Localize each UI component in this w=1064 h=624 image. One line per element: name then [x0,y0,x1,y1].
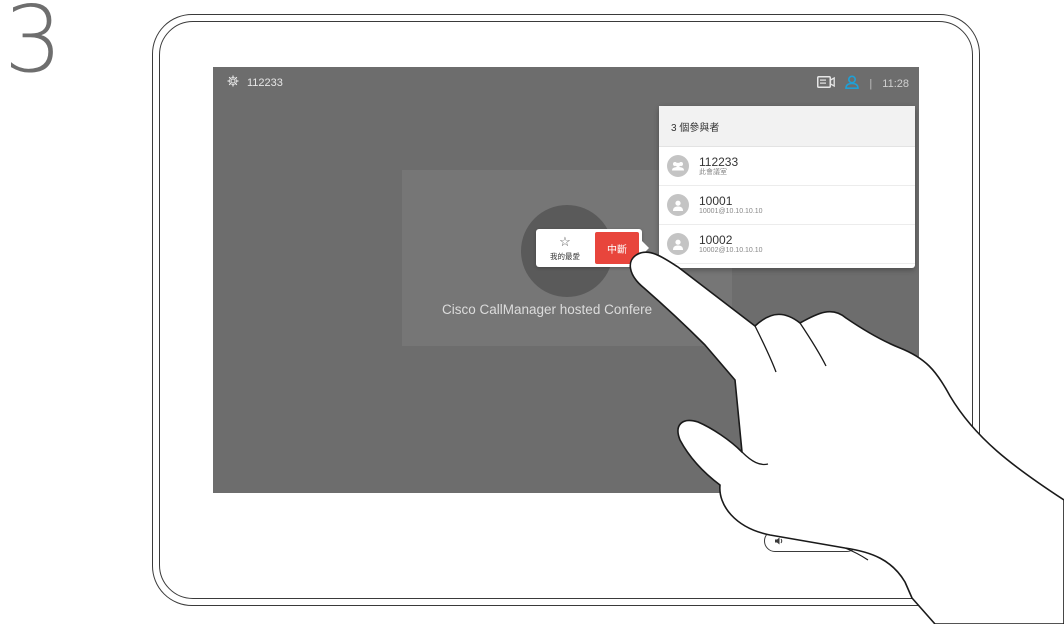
clock: 11:28 [882,77,909,90]
participant-address: 10002@10.10.10.10 [699,246,763,254]
person-icon[interactable] [845,75,860,92]
video-icon[interactable] [817,76,836,91]
participant-address: 10001@10.10.10.10 [699,207,763,215]
person-icon [667,233,689,255]
participant-action-popup: ☆ 我的最愛 中斷 [536,229,649,267]
participant-row[interactable]: 10001 10001@10.10.10.10 [659,186,915,225]
topbar-left: 112233 [227,75,283,90]
volume-control[interactable] [764,530,858,552]
participant-row[interactable]: 112233 此會議室 [659,147,915,186]
topbar-separator: | [869,77,873,90]
person-icon [667,194,689,216]
step-number: 3 [4,0,63,93]
group-icon [667,155,689,177]
speaker-icon [775,532,785,550]
participant-name: 10002 [699,232,733,247]
favorite-label: 我的最愛 [550,251,580,261]
touch-screen: 112233 | 11:28 Cisco CallManager hosted … [213,67,919,493]
end-call-button[interactable]: 中斷 [595,232,639,264]
topbar-right: | 11:28 [817,75,909,92]
participants-panel: 3 個參與者 112233 此會議室 10001 10001@10.10.10.… [659,106,915,268]
call-name: Cisco CallManager hosted Confere [442,302,653,317]
participant-row[interactable]: 10002 10002@10.10.10.10 [659,225,915,264]
gear-icon[interactable] [227,75,239,90]
favorite-button[interactable]: ☆ 我的最愛 [536,229,594,267]
participants-header: 3 個參與者 [659,106,915,147]
star-icon: ☆ [559,233,571,249]
participant-name: 10001 [699,193,733,208]
participant-address: 此會議室 [699,168,727,176]
call-id: 112233 [247,76,283,89]
participant-name: 112233 [699,154,739,169]
